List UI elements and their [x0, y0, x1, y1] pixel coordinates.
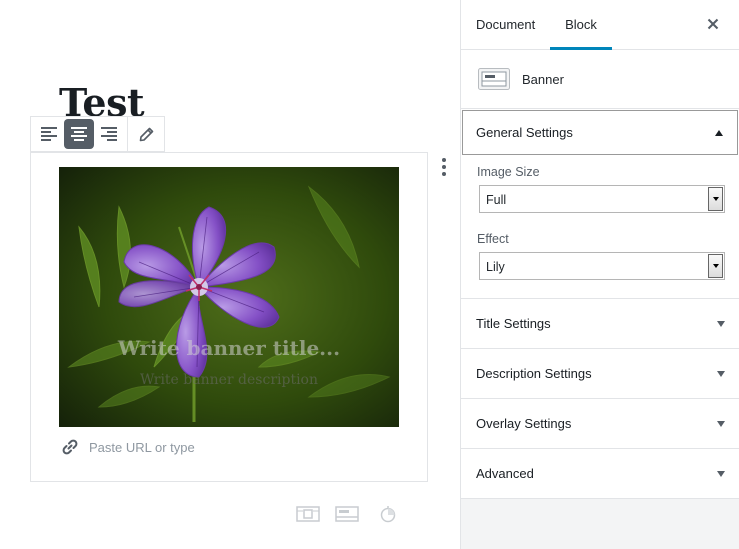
panel-title: Description Settings: [476, 366, 592, 381]
insert-gallery-block-icon[interactable]: [295, 504, 321, 524]
align-right-icon: [101, 127, 117, 141]
more-dot: [442, 172, 446, 176]
chevron-down-icon: [717, 370, 725, 377]
dropdown-arrow-icon: [708, 187, 723, 211]
chevron-down-icon: [717, 420, 725, 427]
image-size-label: Image Size: [477, 165, 540, 179]
image-size-select[interactable]: Full: [479, 185, 725, 213]
image-size-value: Full: [486, 193, 507, 207]
sidebar-body: Banner General Settings Image Size Full …: [461, 50, 739, 499]
block-toolbar: [30, 116, 165, 152]
panel-advanced: Advanced: [461, 449, 739, 499]
pencil-icon: [139, 127, 153, 141]
flower-photo: [59, 167, 399, 427]
close-sidebar-button[interactable]: [703, 14, 723, 34]
banner-block-icon: [478, 68, 510, 90]
tab-document[interactable]: Document: [476, 0, 535, 49]
panel-title: General Settings: [476, 125, 573, 140]
block-more-options-button[interactable]: [437, 155, 451, 179]
panel-title: Advanced: [476, 466, 534, 481]
panel-title-settings-toggle[interactable]: Title Settings: [461, 299, 739, 348]
effect-label: Effect: [477, 232, 509, 246]
panel-general-settings: General Settings Image Size Full Effect …: [461, 110, 739, 299]
align-left-icon: [41, 127, 57, 141]
banner-image[interactable]: Write banner title... Write banner descr…: [59, 167, 399, 427]
insert-countdown-block-icon[interactable]: [377, 504, 399, 524]
edit-group: [127, 117, 164, 151]
editor-canvas: Test Write banner title... Write banner …: [0, 0, 460, 549]
more-dot: [442, 165, 446, 169]
panel-general-settings-content: Image Size Full Effect Lily: [461, 155, 739, 298]
panel-title: Overlay Settings: [476, 416, 572, 431]
panel-title-settings: Title Settings: [461, 299, 739, 349]
more-dot: [442, 158, 446, 162]
banner-url-input[interactable]: [89, 439, 329, 455]
panel-title: Title Settings: [476, 316, 551, 331]
banner-url-row: [59, 436, 329, 458]
block-card: Banner: [461, 50, 739, 109]
panel-description-settings-toggle[interactable]: Description Settings: [461, 349, 739, 398]
align-center-button[interactable]: [64, 119, 94, 149]
panel-advanced-toggle[interactable]: Advanced: [461, 449, 739, 498]
dropdown-arrow-icon: [708, 254, 723, 278]
edit-button[interactable]: [131, 119, 161, 149]
panel-overlay-settings-toggle[interactable]: Overlay Settings: [461, 399, 739, 448]
panel-description-settings: Description Settings: [461, 349, 739, 399]
effect-select[interactable]: Lily: [479, 252, 725, 280]
panel-overlay-settings: Overlay Settings: [461, 399, 739, 449]
insert-banner-block-icon[interactable]: [334, 504, 360, 524]
tab-block[interactable]: Block: [550, 0, 612, 50]
align-center-icon: [71, 127, 87, 141]
settings-sidebar: Document Block Banner General Settings I…: [460, 0, 739, 549]
align-left-button[interactable]: [34, 119, 64, 149]
alignment-group: [31, 117, 127, 151]
banner-description-field[interactable]: Write banner description: [59, 372, 399, 388]
panel-general-settings-toggle[interactable]: General Settings: [462, 110, 738, 155]
close-icon: [707, 18, 719, 30]
block-card-title: Banner: [522, 71, 564, 87]
sidebar-header: Document Block: [461, 0, 739, 50]
align-right-button[interactable]: [94, 119, 124, 149]
effect-value: Lily: [486, 260, 505, 274]
banner-title-field[interactable]: Write banner title...: [59, 336, 399, 360]
chevron-up-icon: [715, 129, 723, 136]
link-icon: [59, 436, 81, 458]
chevron-down-icon: [717, 320, 725, 327]
chevron-down-icon: [717, 470, 725, 477]
